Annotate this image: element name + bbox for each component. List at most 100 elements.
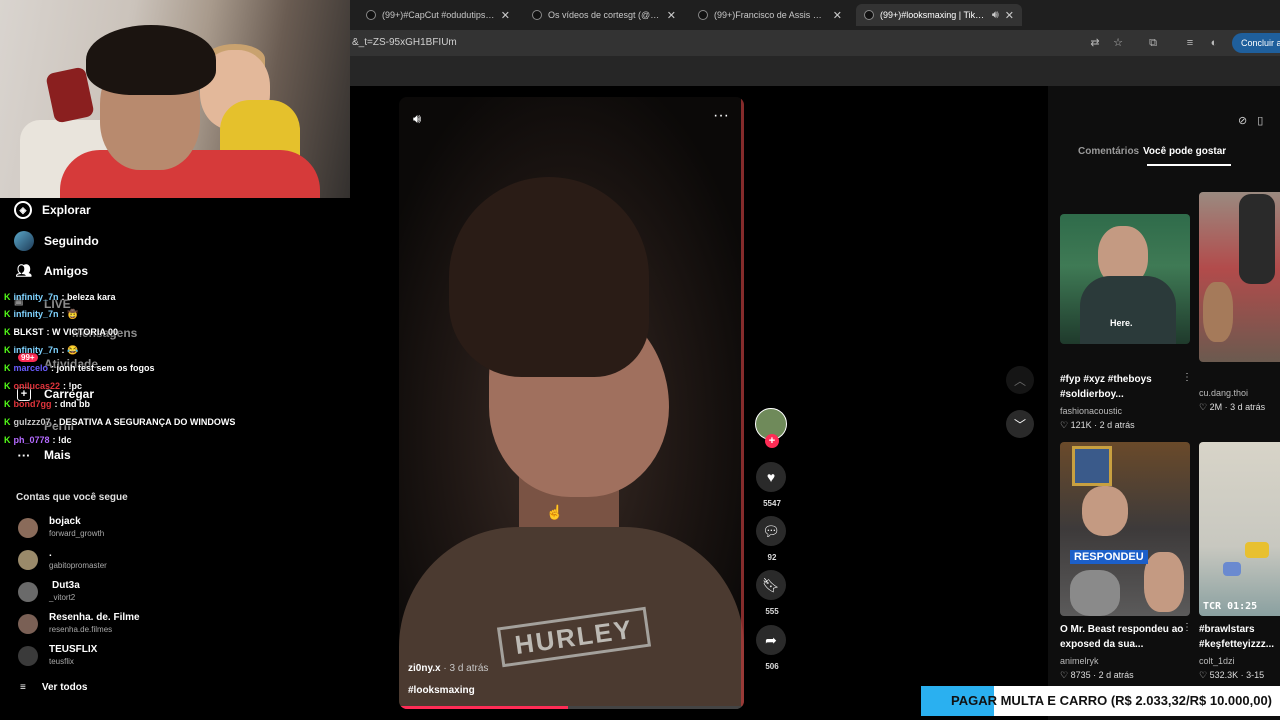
chat-message: Kinfinity_7n: 🤠 xyxy=(4,307,78,321)
tab-comments[interactable]: Comentários xyxy=(1078,146,1139,157)
card-meta: ♡ 2M · 3 d atrás xyxy=(1199,402,1265,413)
heart-outline-icon: ♡ xyxy=(1199,402,1210,412)
avatar xyxy=(18,614,38,634)
close-tab-icon[interactable]: ✕ xyxy=(501,9,510,22)
follow-plus-icon[interactable]: + xyxy=(765,434,779,448)
tiktok-favicon-icon xyxy=(366,10,376,20)
next-video-button[interactable]: ﹀ xyxy=(1006,410,1034,438)
profile-icon[interactable]: ◐ xyxy=(1207,36,1221,50)
card-more-icon[interactable]: ⋮ xyxy=(1182,622,1192,633)
kick-badge-icon: K xyxy=(4,345,11,355)
chat-text: : beleza kara xyxy=(61,292,116,302)
chat-text: : jonh test sem os fogos xyxy=(51,363,155,373)
video-thumbnail[interactable]: RESPONDEU xyxy=(1060,442,1190,616)
recommendations-panel: ⊘ ▯ Comentários Você pode gostar Here. #… xyxy=(1048,86,1280,720)
card-author[interactable]: cu.dang.thoi xyxy=(1199,388,1248,398)
compass-icon[interactable]: ⊘ xyxy=(1238,114,1247,127)
recommended-video-card[interactable]: TCR 01:25 #brawlstars #keşfetteyizzz... … xyxy=(1199,442,1280,692)
see-all-label: Ver todos xyxy=(41,682,88,693)
video-progress-bar[interactable] xyxy=(399,706,744,709)
reading-list-icon[interactable]: ≡ xyxy=(1183,36,1197,50)
sidebar-item-label: Seguindo xyxy=(44,234,99,248)
following-account[interactable]: bojack forward_growth xyxy=(18,514,268,542)
address-bar[interactable]: &_t=ZS-95xGH1BFIUm ⇄ ☆ ⧉ ≡ ◐ xyxy=(350,30,1280,56)
following-account[interactable]: Resenha. de. Filme resenha.de.filmes xyxy=(18,610,268,638)
donation-goal-banner: PAGAR MULTA E CARRO (R$ 2.033,32/R$ 10.0… xyxy=(921,686,1280,716)
card-author[interactable]: animelryk xyxy=(1060,656,1099,666)
sidebar-item-following[interactable]: Seguindo xyxy=(14,229,99,253)
tab-you-may-like[interactable]: Você pode gostar xyxy=(1143,146,1226,157)
panel-toolbar: ⊘ ▯ xyxy=(1238,110,1280,130)
sidebar-item-friends[interactable]: 👥︎ Amigos xyxy=(14,259,88,283)
save-button[interactable]: 🔖︎ xyxy=(756,570,786,600)
kick-badge-icon: K xyxy=(4,327,11,337)
extensions-icon[interactable]: ⧉ xyxy=(1146,36,1160,50)
previous-video-button[interactable]: ︿ xyxy=(1006,366,1034,394)
avatar xyxy=(18,646,38,666)
close-tab-icon[interactable]: ✕ xyxy=(1005,9,1014,22)
browser-tab[interactable]: (99+)#CapCut #odudutips | TikTo ✕ xyxy=(358,4,518,26)
card-meta: ♡ 121K · 2 d atrás xyxy=(1060,420,1135,431)
account-handle: _vitort2 xyxy=(49,593,76,602)
account-handle: forward_growth xyxy=(49,529,105,538)
chat-message: Kbond7gg: dnd bb xyxy=(4,397,90,411)
tab-title: (99+)Francisco de Assis Pereira xyxy=(714,10,827,20)
card-likes: 121K · 2 d atrás xyxy=(1070,420,1135,430)
friends-icon: 👥︎ xyxy=(15,263,33,278)
tiktok-favicon-icon xyxy=(864,10,874,20)
share-button[interactable]: ➦ xyxy=(756,625,786,655)
video-player[interactable]: HURLEY 🔊︎ ··· ☝ zi0ny.x · 3 d atrás #loo… xyxy=(399,97,744,709)
tab-title: (99+)#looksmaxing | TikTok xyxy=(880,10,986,20)
thumbnail-person xyxy=(1070,570,1120,616)
recommended-video-card[interactable]: cu.dang.thoi ♡ 2M · 3 d atrás xyxy=(1199,192,1280,422)
browser-tab[interactable]: Os vídeos de cortesgt (@cortes ✕ xyxy=(524,4,684,26)
video-thumbnail[interactable]: TCR 01:25 xyxy=(1199,442,1280,616)
video-author[interactable]: zi0ny.x · 3 d atrás xyxy=(408,663,488,674)
like-button[interactable]: ♥ xyxy=(756,462,786,492)
list-icon: ≡ xyxy=(20,682,26,693)
card-more-icon[interactable]: ⋮ xyxy=(1182,372,1192,383)
heart-outline-icon: ♡ xyxy=(1060,420,1071,430)
following-account[interactable]: Dut3a _vitort2 xyxy=(18,578,268,606)
screen: (99+)#CapCut #odudutips | TikTo ✕ Os víd… xyxy=(0,0,1280,720)
url-text[interactable]: &_t=ZS-95xGH1BFIUm xyxy=(352,37,457,48)
more-options-icon[interactable]: ··· xyxy=(713,107,729,125)
chat-text: : 🤠 xyxy=(61,308,79,319)
sidebar-item-label: Mais xyxy=(44,448,71,462)
tab-title: Os vídeos de cortesgt (@cortes xyxy=(548,10,661,20)
chat-message: K BLKST: W VICTORIA 00 xyxy=(4,325,118,339)
video-hashtag[interactable]: #looksmaxing xyxy=(408,685,475,696)
chat-message: Kgulzzz07: DESATIVA A SEGURANÇA DO WINDO… xyxy=(4,415,235,429)
video-thumbnail[interactable] xyxy=(1199,192,1280,362)
browser-tab-active[interactable]: (99+)#looksmaxing | TikTok 🔊︎ ✕ xyxy=(856,4,1022,26)
see-all-accounts-button[interactable]: ≡ Ver todos xyxy=(20,682,87,693)
thumbnail-dog xyxy=(1203,282,1233,342)
account-name: . xyxy=(49,548,52,559)
volume-icon[interactable]: 🔊︎ xyxy=(413,111,421,127)
thumbnail-overlay-label: TCR 01:25 xyxy=(1203,601,1258,612)
video-thumbnail[interactable]: Here. xyxy=(1060,214,1190,344)
browser-tab[interactable]: (99+)Francisco de Assis Pereira ✕ xyxy=(690,4,850,26)
author-username[interactable]: zi0ny.x xyxy=(408,663,441,674)
compass-icon: ◈ xyxy=(14,201,32,219)
chat-message: Konilucas22: !pc xyxy=(4,379,82,393)
bookmark-star-icon[interactable]: ☆ xyxy=(1111,36,1125,50)
close-tab-icon[interactable]: ✕ xyxy=(833,9,842,22)
thumbnail-frame xyxy=(1072,446,1112,486)
sidebar-item-explore[interactable]: ◈ Explorar xyxy=(14,198,91,222)
close-tab-icon[interactable]: ✕ xyxy=(667,9,676,22)
kick-badge-icon: K xyxy=(4,309,11,319)
following-account[interactable]: . gabitopromaster xyxy=(18,546,268,574)
finish-update-button[interactable]: Concluir at xyxy=(1232,33,1280,53)
following-account[interactable]: TEUSFLIX teusflix xyxy=(18,642,268,670)
card-author[interactable]: colt_1dzi xyxy=(1199,656,1235,666)
comment-button[interactable]: 💬︎ xyxy=(756,516,786,546)
device-icon[interactable]: ▯ xyxy=(1257,114,1263,127)
browser-tab-bar: (99+)#CapCut #odudutips | TikTo ✕ Os víd… xyxy=(350,0,1280,30)
speaker-icon[interactable]: 🔊︎ xyxy=(992,9,999,22)
card-author[interactable]: fashionacoustic xyxy=(1060,406,1122,416)
kick-badge-icon: K xyxy=(4,399,11,409)
translate-icon[interactable]: ⇄ xyxy=(1088,36,1102,50)
chat-username: onilucas22 xyxy=(13,381,61,391)
goal-label-rest: MULTA E CARRO (R$ 2.033,32/R$ 10.000,00) xyxy=(996,693,1273,708)
